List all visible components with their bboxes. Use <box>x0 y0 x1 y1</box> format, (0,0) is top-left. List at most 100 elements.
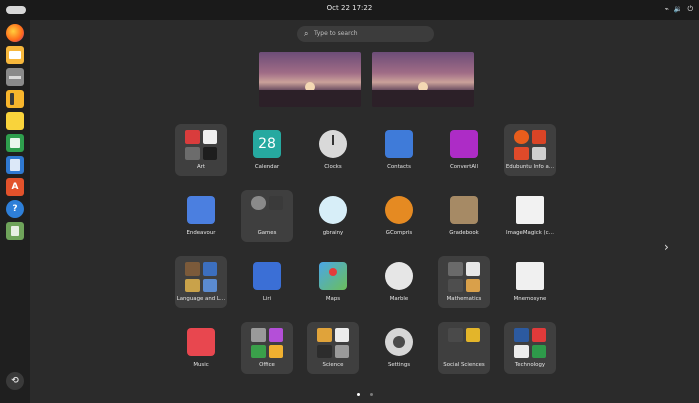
app-gradebook[interactable]: Gradebook <box>438 190 490 242</box>
app-settings[interactable]: Settings <box>373 322 425 374</box>
app-label: Clocks <box>324 164 342 170</box>
ask-icon <box>514 130 529 144</box>
app-mnemosyne[interactable]: Mnemosyne <box>504 256 556 308</box>
notes-icon[interactable] <box>6 90 24 108</box>
wallpaper-hill <box>259 90 361 107</box>
app-label: Technology <box>514 362 546 368</box>
system-tray[interactable]: ⌁ 🔉 ⏻ <box>665 5 693 14</box>
app-label: Games <box>257 230 277 236</box>
social-folder-preview <box>448 328 480 358</box>
mail-icon[interactable] <box>6 46 24 64</box>
help-icon[interactable]: ? <box>6 200 24 218</box>
folder-art[interactable]: Art <box>175 124 227 176</box>
mnemosyne-icon <box>516 262 544 290</box>
science-icon-4 <box>334 344 349 358</box>
files-icon[interactable] <box>6 68 24 86</box>
math-icon-2 <box>465 262 480 276</box>
wallpaper-hill <box>372 90 474 107</box>
page-indicator-2[interactable] <box>370 393 373 396</box>
app-label: Art <box>196 164 206 170</box>
math-icon-4 <box>465 278 480 292</box>
app-label: Calendar <box>254 164 280 170</box>
chevron-right-icon[interactable]: › <box>664 240 669 254</box>
liri-icon <box>253 262 281 290</box>
art-icon-1 <box>185 130 200 144</box>
app-store-icon[interactable]: A <box>6 178 24 196</box>
app-label: ImageMagick (c… <box>505 230 554 236</box>
math-icon-3 <box>448 278 463 292</box>
dock: A ? ⟲ <box>0 20 30 403</box>
science-icon-1 <box>317 328 332 342</box>
workspace-thumbnail-1[interactable] <box>259 52 361 107</box>
folder-language[interactable]: Language and L… <box>175 256 227 308</box>
science-folder-preview <box>317 328 349 358</box>
spreadsheet-icon[interactable] <box>6 134 24 152</box>
app-maps[interactable]: Maps <box>307 256 359 308</box>
app-label: Endeavour <box>186 230 216 236</box>
convertall-icon <box>450 130 478 158</box>
top-bar: Oct 22 17:22 ⌁ 🔉 ⏻ <box>0 0 699 20</box>
app-gbrainy[interactable]: gbrainy <box>307 190 359 242</box>
tech-icon-4 <box>531 344 546 358</box>
app-liri[interactable]: Liri <box>241 256 293 308</box>
workspace-thumbnail-2[interactable] <box>372 52 474 107</box>
game-icon-1 <box>251 196 266 210</box>
folder-social-sciences[interactable]: Social Sciences <box>438 322 490 374</box>
office-icon-3 <box>251 344 266 358</box>
folder-edubuntu-info[interactable]: Edubuntu Info a… <box>504 124 556 176</box>
tech-icon-1 <box>514 328 529 342</box>
app-label: gbrainy <box>322 230 344 236</box>
app-label: Science <box>322 362 344 368</box>
search-bar[interactable]: ⌕ Type to search <box>297 26 434 42</box>
bug-icon <box>514 146 529 160</box>
brain-icon <box>319 196 347 224</box>
office-folder-preview <box>251 328 283 358</box>
language-folder-preview <box>185 262 217 292</box>
game-icon-4 <box>269 213 284 227</box>
search-input[interactable]: Type to search <box>314 30 358 37</box>
firefox-icon[interactable] <box>6 24 24 42</box>
app-label: Liri <box>262 296 272 302</box>
clock-icon <box>319 130 347 158</box>
app-calendar[interactable]: 28 Calendar <box>241 124 293 176</box>
folder-technology[interactable]: Technology <box>504 322 556 374</box>
app-contacts[interactable]: Contacts <box>373 124 425 176</box>
calendar-icon: 28 <box>253 130 281 158</box>
app-label: Maps <box>325 296 341 302</box>
app-convertall[interactable]: ConvertAll <box>438 124 490 176</box>
app-gcompris[interactable]: GCompris <box>373 190 425 242</box>
tech-icon-2 <box>531 328 546 342</box>
app-label: Edubuntu Info a… <box>505 164 555 170</box>
music-icon <box>187 328 215 356</box>
folder-mathematics[interactable]: Mathematics <box>438 256 490 308</box>
lang-icon-2 <box>202 262 217 276</box>
game-icon-3 <box>251 213 266 227</box>
page-indicator-1[interactable] <box>357 393 360 396</box>
app-marble[interactable]: Marble <box>373 256 425 308</box>
tech-icon-3 <box>514 344 529 358</box>
lang-icon-3 <box>185 278 200 292</box>
app-label: ConvertAll <box>450 164 478 170</box>
grid-icon <box>531 146 546 160</box>
app-grid-icon[interactable]: ⟲ <box>6 372 24 390</box>
app-label: Mathematics <box>446 296 482 302</box>
technology-folder-preview <box>514 328 546 358</box>
text-editor-icon[interactable] <box>6 156 24 174</box>
app-imagemagick[interactable]: ImageMagick (c… <box>504 190 556 242</box>
folder-office[interactable]: Office <box>241 322 293 374</box>
folder-science[interactable]: Science <box>307 322 359 374</box>
volume-icon: 🔉 <box>673 5 683 13</box>
lang-icon-1 <box>185 262 200 276</box>
clock[interactable]: Oct 22 17:22 <box>0 4 699 12</box>
app-endeavour[interactable]: Endeavour <box>175 190 227 242</box>
app-clocks[interactable]: Clocks <box>307 124 359 176</box>
app-label: Office <box>259 362 275 368</box>
trash-icon[interactable] <box>6 222 24 240</box>
sticky-notes-icon[interactable] <box>6 112 24 130</box>
science-icon-3 <box>317 344 332 358</box>
imagemagick-icon <box>516 196 544 224</box>
app-music[interactable]: Music <box>175 322 227 374</box>
folder-games[interactable]: Games <box>241 190 293 242</box>
app-label: Mnemosyne <box>513 296 547 302</box>
art-icon-2 <box>202 130 217 144</box>
